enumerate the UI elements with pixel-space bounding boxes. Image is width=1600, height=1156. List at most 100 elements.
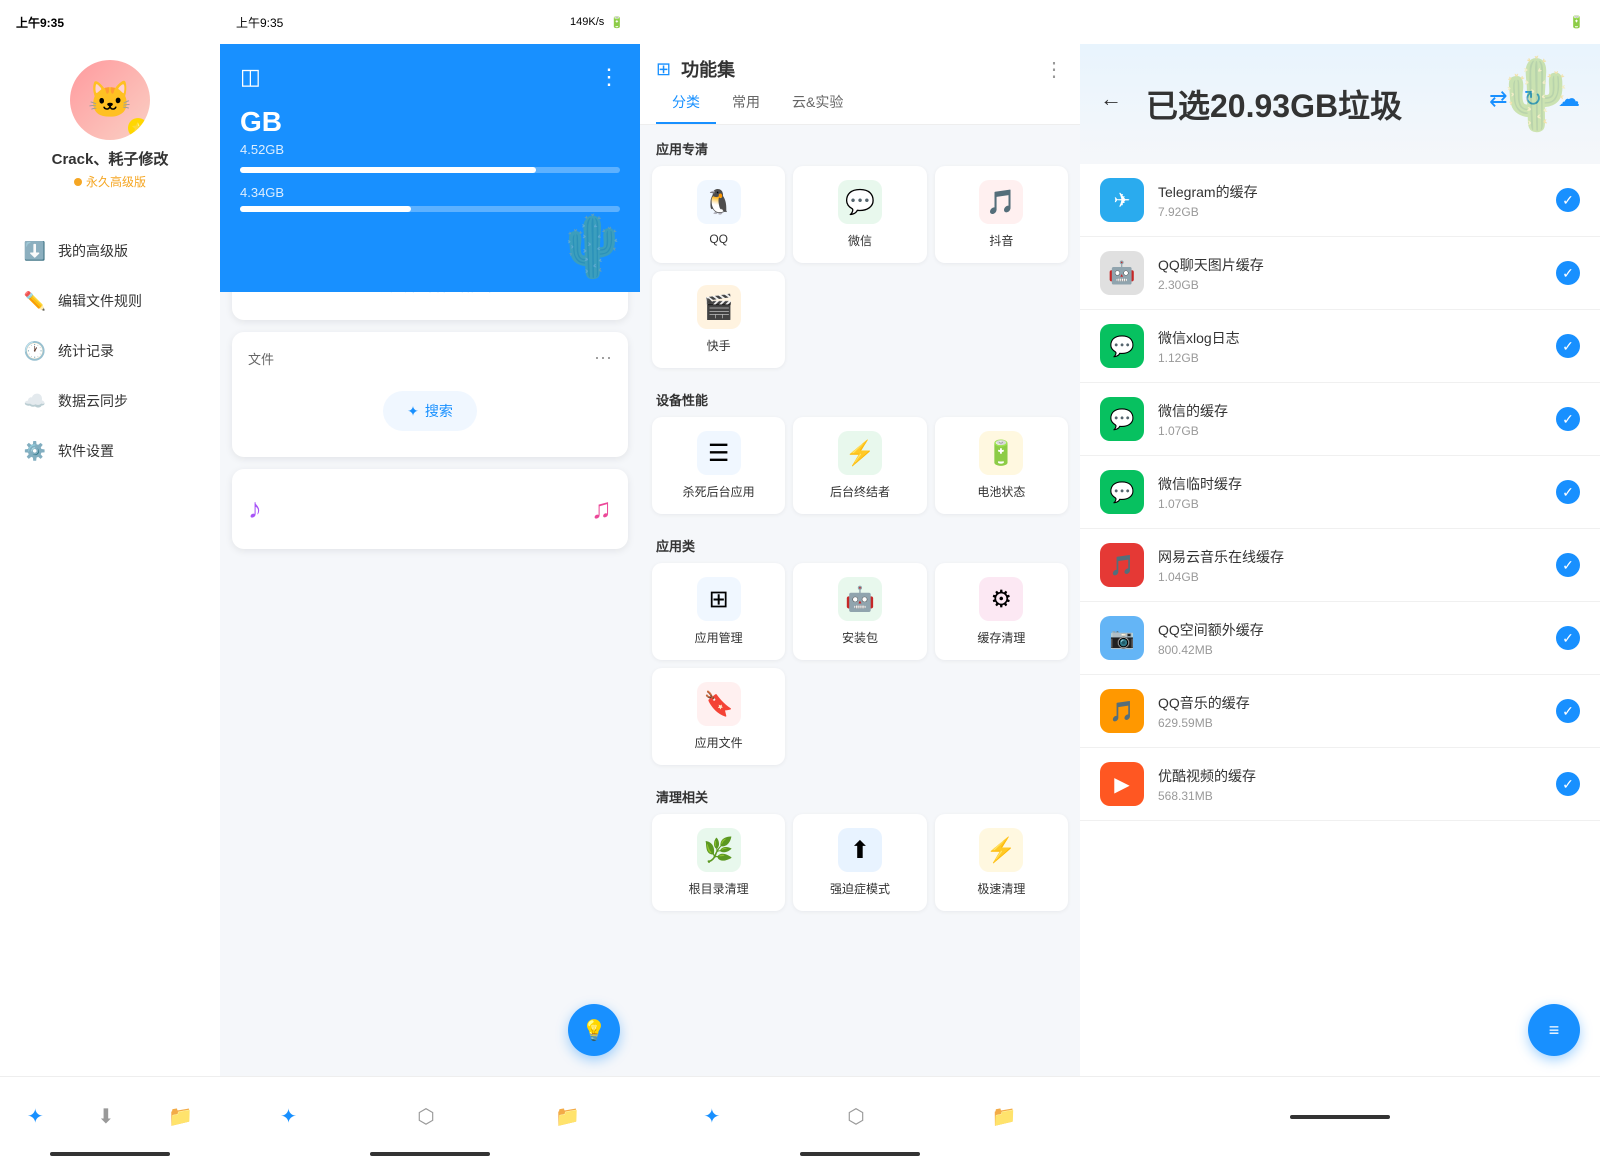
list-item[interactable]: 🎵 QQ音乐的缓存 629.59MB ✓ [1080, 675, 1600, 748]
qq-music-info: QQ音乐的缓存 629.59MB [1158, 693, 1542, 730]
clean-fab-btn[interactable]: ≡ [1528, 1004, 1580, 1056]
panels-icon: ◫ [240, 64, 261, 90]
files-more-btn[interactable]: ⋯ [594, 348, 612, 369]
menu-item-settings[interactable]: ⚙️ 软件设置 [0, 426, 220, 476]
func-item-kill-bg[interactable]: ☰ 杀死后台应用 [652, 417, 785, 514]
panel4-bottom-nav [1080, 1076, 1600, 1156]
more-btn-2[interactable]: ⋮ [598, 64, 620, 90]
func-grid-device: ☰ 杀死后台应用 ⚡ 后台终结者 🔋 电池状态 [652, 417, 1068, 514]
ocd-mode-icon-wrap: ⬆ [838, 828, 882, 872]
fab-light-btn[interactable]: 💡 [568, 1004, 620, 1056]
list-item[interactable]: 💬 微信xlog日志 1.12GB ✓ [1080, 310, 1600, 383]
menu-item-stats[interactable]: 🕐 统计记录 [0, 326, 220, 376]
indicator-bar [50, 1152, 170, 1156]
more-btn-3[interactable]: ⋮ [1044, 57, 1064, 82]
qq-chat-check[interactable]: ✓ [1556, 261, 1580, 285]
menu-item-cloud[interactable]: ☁️ 数据云同步 [0, 376, 220, 426]
p3-nav-folder[interactable]: 📁 [992, 1104, 1017, 1129]
telegram-check[interactable]: ✓ [1556, 188, 1580, 212]
qq-zone-check[interactable]: ✓ [1556, 626, 1580, 650]
func-item-dir-clean[interactable]: 🌿 根目录清理 [652, 814, 785, 911]
clean-fab-icon: ≡ [1549, 1020, 1560, 1041]
tab-common[interactable]: 常用 [716, 82, 776, 124]
nav-folder[interactable]: 📁 [168, 1104, 193, 1129]
func-item-bg-killer[interactable]: ⚡ 后台终结者 [793, 417, 926, 514]
cactus-decor-4: 🌵 [1493, 54, 1580, 136]
wechat-temp-check[interactable]: ✓ [1556, 480, 1580, 504]
battery-2: 🔋 [610, 16, 624, 29]
func-label-fast-clean: 极速清理 [977, 880, 1025, 897]
nav-fan[interactable]: ✦ [27, 1104, 44, 1129]
netease-check[interactable]: ✓ [1556, 553, 1580, 577]
p2-nav-star[interactable]: ⬡ [417, 1104, 434, 1129]
qq-music-icon: 🎵 [1100, 689, 1144, 733]
tab-cloud[interactable]: 云&实验 [776, 82, 859, 124]
func-item-fast-clean[interactable]: ⚡ 极速清理 [935, 814, 1068, 911]
list-item[interactable]: 💬 微信临时缓存 1.07GB ✓ [1080, 456, 1600, 529]
level-dot [74, 178, 82, 186]
telegram-size: 7.92GB [1158, 205, 1542, 219]
netease-icon: 🎵 [1100, 543, 1144, 587]
nav-download[interactable]: ⬇ [98, 1104, 115, 1129]
wechat-xlog-icon: 💬 [1100, 324, 1144, 368]
func-item-app-files[interactable]: 🔖 应用文件 [652, 668, 785, 765]
func-item-cache-clean[interactable]: ⚙ 缓存清理 [935, 563, 1068, 660]
search-btn[interactable]: ✦ 搜索 [383, 391, 477, 431]
func-item-battery[interactable]: 🔋 电池状态 [935, 417, 1068, 514]
menu-item-rules[interactable]: ✏️ 编辑文件规则 [0, 276, 220, 326]
telegram-info: Telegram的缓存 7.92GB [1158, 182, 1542, 219]
storage-detail2: 4.34GB [240, 185, 620, 200]
files-label: 文件 [248, 349, 274, 368]
wechat-xlog-check[interactable]: ✓ [1556, 334, 1580, 358]
func-item-qq[interactable]: 🐧 QQ [652, 166, 785, 263]
youku-name: 优酷视频的缓存 [1158, 766, 1542, 786]
func-label-apk: 安装包 [842, 629, 878, 646]
list-item[interactable]: 🤖 QQ聊天图片缓存 2.30GB ✓ [1080, 237, 1600, 310]
panel4-cleanup: 上午9:42 1.5K/s 🔋 ← 已选20.93GB垃圾 ⇄ ↻ ☁ 🌵 ✈ … [1080, 0, 1600, 1156]
list-item[interactable]: 💬 微信的缓存 1.07GB ✓ [1080, 383, 1600, 456]
panel2-bottom-nav: ✦ ⬡ 📁 [220, 1076, 640, 1156]
func-grid-apps: ⊞ 应用管理 🤖 安装包 ⚙ 缓存清理 [652, 563, 1068, 660]
p2-nav-folder[interactable]: 📁 [555, 1104, 580, 1129]
list-item[interactable]: ✈ Telegram的缓存 7.92GB ✓ [1080, 164, 1600, 237]
youku-size: 568.31MB [1158, 789, 1542, 803]
qq-chat-size: 2.30GB [1158, 278, 1542, 292]
list-item[interactable]: 📷 QQ空间额外缓存 800.42MB ✓ [1080, 602, 1600, 675]
menu-label-settings: 软件设置 [58, 441, 114, 461]
menu-label-stats: 统计记录 [58, 341, 114, 361]
func-grid-kuaishou: 🎬 快手 [652, 271, 1068, 368]
cloud-icon: ☁️ [24, 390, 46, 412]
rules-icon: ✏️ [24, 290, 46, 312]
func-item-app-mgr[interactable]: ⊞ 应用管理 [652, 563, 785, 660]
list-item[interactable]: ▶ 优酷视频的缓存 568.31MB ✓ [1080, 748, 1600, 821]
menu-label-cloud: 数据云同步 [58, 391, 128, 411]
func-label-cache-clean: 缓存清理 [977, 629, 1025, 646]
menu-list: ⬇️ 我的高级版 ✏️ 编辑文件规则 🕐 统计记录 ☁️ 数据云同步 ⚙️ 软件… [0, 226, 220, 476]
cache-clean-icon-wrap: ⚙ [979, 577, 1023, 621]
list-item[interactable]: 🎵 网易云音乐在线缓存 1.04GB ✓ [1080, 529, 1600, 602]
app-files-icon-wrap: 🔖 [697, 682, 741, 726]
section-title-apps: 应用类 [652, 522, 1068, 563]
func-item-kuaishou[interactable]: 🎬 快手 [652, 271, 785, 368]
p3-nav-star[interactable]: ⬡ [847, 1104, 864, 1129]
panel1-bottom-nav: ✦ ⬇ 📁 [0, 1076, 220, 1156]
wechat-cache-check[interactable]: ✓ [1556, 407, 1580, 431]
youku-check[interactable]: ✓ [1556, 772, 1580, 796]
grid-icon: ⊞ [656, 59, 671, 80]
tab-category[interactable]: 分类 [656, 82, 716, 124]
func-item-douyin[interactable]: 🎵 抖音 [935, 166, 1068, 263]
func-item-ocd-mode[interactable]: ⬆ 强迫症模式 [793, 814, 926, 911]
func-item-wechat[interactable]: 💬 微信 [793, 166, 926, 263]
files-section: 文件 ⋯ ✦ 搜索 [232, 332, 628, 457]
back-btn[interactable]: ← [1100, 86, 1122, 112]
qq-music-check[interactable]: ✓ [1556, 699, 1580, 723]
wechat-temp-name: 微信临时缓存 [1158, 474, 1542, 494]
p2-nav-fan[interactable]: ✦ [280, 1104, 297, 1129]
menu-item-premium[interactable]: ⬇️ 我的高级版 [0, 226, 220, 276]
light-icon: 💡 [582, 1018, 607, 1043]
func-item-apk[interactable]: 🤖 安装包 [793, 563, 926, 660]
p3-indicator [800, 1152, 920, 1156]
p3-nav-fan[interactable]: ✦ [703, 1104, 720, 1129]
storage-progress-fill [240, 167, 536, 173]
func-label-app-mgr: 应用管理 [695, 629, 743, 646]
